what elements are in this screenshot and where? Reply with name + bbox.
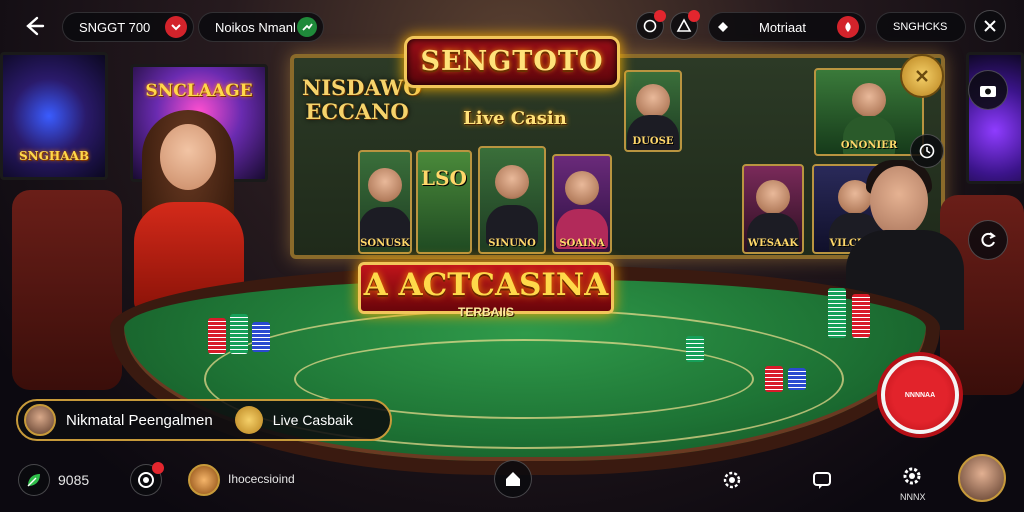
tile-caption: LSO (421, 166, 467, 190)
points-pill[interactable]: SNGHCKS (876, 12, 966, 42)
settings-icon[interactable] (716, 464, 748, 496)
profile-avatar[interactable] (958, 454, 1006, 502)
user-info-bar[interactable]: Nikmatal Peengalmen Live Casbaik (16, 399, 392, 441)
avatar[interactable] (24, 404, 56, 436)
chip-stack (788, 368, 806, 390)
main-sign-subtitle: Live Casin (463, 108, 567, 129)
game-avatar-icon[interactable] (188, 464, 220, 496)
tile-caption: ONONIER (840, 140, 898, 151)
screen-left2-caption: SNCLAAGE (145, 81, 253, 101)
game-label: Ihocecsioind (228, 472, 295, 486)
coin-icon[interactable] (900, 54, 944, 98)
tile-caption: SONUSK (360, 238, 410, 249)
diamond-icon (715, 19, 731, 35)
table-sign-title: A ACTCASINA (363, 267, 609, 303)
screen-left-caption: SNGHAAB (19, 149, 89, 163)
user-pill[interactable]: Motriaat (708, 12, 866, 42)
tile-caption: SINUNO (488, 238, 536, 249)
settings-caption: NNNX (900, 492, 926, 502)
chip-stack (208, 318, 226, 354)
camera-icon[interactable] (968, 70, 1008, 110)
tile-caption: DUOSE (632, 136, 674, 147)
game-tile[interactable]: WESAAK (742, 164, 804, 254)
lion-badge-icon (234, 406, 263, 434)
notification-badge (654, 10, 666, 22)
board-left-title: NISDAWO ECCANO (302, 75, 422, 124)
mid-pill-label: Noikos Nmanl (215, 19, 296, 35)
room-pill[interactable]: Noikos Nmanl (198, 12, 324, 42)
alert-icon[interactable] (670, 10, 700, 40)
left-pill-label: SNGGT 700 (79, 19, 151, 35)
notification-badge (688, 10, 700, 22)
right-pill-label: Motriaat (759, 19, 806, 35)
tile-caption: SOAINA (559, 238, 605, 249)
bottom-bar: 9085 Ihocecsioind NNNX (0, 452, 1024, 512)
record-button[interactable]: NNNNAA (881, 356, 959, 434)
game-tile[interactable]: SINUNO (478, 146, 546, 254)
chevron-down-icon[interactable] (165, 16, 187, 38)
chip-icon[interactable] (130, 462, 164, 496)
far-right-pill-label: SNGHCKS (893, 21, 948, 33)
gear-icon[interactable] (896, 460, 928, 492)
back-arrow-icon[interactable] (18, 10, 50, 42)
chat-icon[interactable] (636, 10, 666, 40)
table-sign-subtitle: TERBAIIS (457, 305, 514, 319)
flame-icon[interactable] (837, 16, 859, 38)
trend-up-icon[interactable] (297, 17, 317, 37)
game-tile[interactable]: SOAINA (552, 154, 612, 254)
game-tile[interactable]: LSO (416, 150, 472, 254)
balance-pill[interactable]: SNGGT 700 (62, 12, 194, 42)
chair-left (12, 190, 122, 390)
record-button-label: NNNNAA (904, 391, 936, 399)
balance-value: 9085 (58, 472, 90, 488)
notification-badge (152, 462, 164, 474)
message-icon[interactable] (806, 464, 838, 496)
refresh-icon[interactable] (968, 220, 1008, 260)
chip-stack (252, 322, 270, 352)
chip-stack (828, 288, 846, 338)
chip-stack (765, 366, 783, 392)
info-user-name: Nikmatal Peengalmen (66, 411, 213, 429)
game-tile[interactable]: DUOSE (624, 70, 682, 152)
game-tile[interactable]: SONUSK (358, 150, 412, 254)
top-bar: SNGGT 700 Noikos Nmanl Motriaat SNGHCKS (0, 0, 1024, 52)
live-casino-scene: SNGHAAB SNCLAAGE NISDAWO ECCANO SONUSK L… (0, 0, 1024, 512)
close-icon[interactable] (974, 10, 1006, 42)
wall-screen-left: SNGHAAB (0, 52, 108, 180)
timer-icon[interactable] (910, 134, 944, 168)
chip-stack (230, 314, 248, 354)
chip-stack (852, 294, 870, 338)
info-status-label: Live Casbaik (272, 412, 353, 428)
chip-stack (686, 336, 704, 362)
leaf-icon[interactable] (18, 464, 50, 496)
tile-caption: WESAAK (747, 238, 799, 249)
home-icon[interactable] (494, 460, 532, 498)
